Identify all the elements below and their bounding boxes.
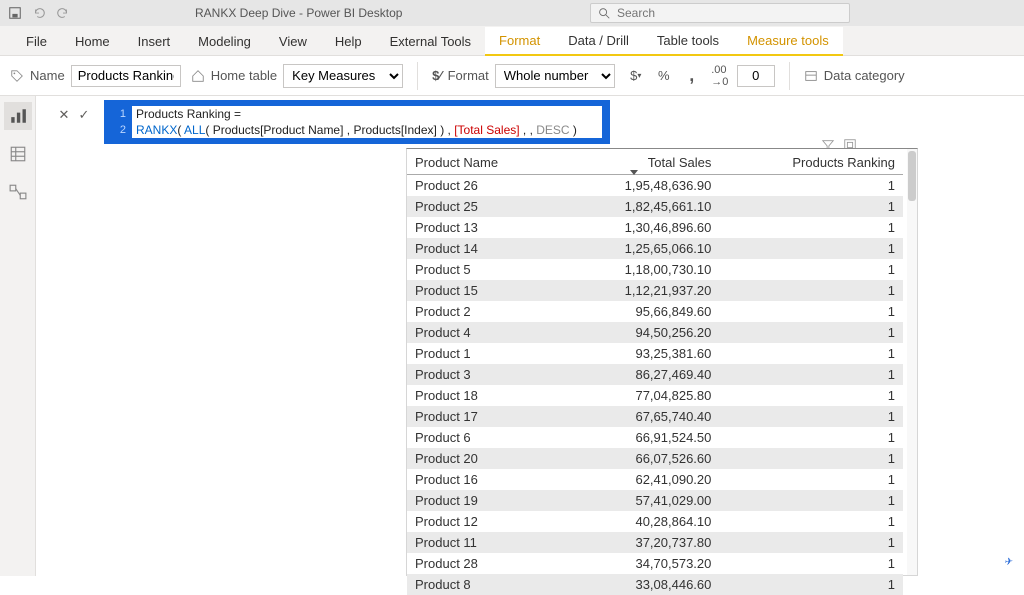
category-icon xyxy=(804,69,818,83)
table-visual[interactable]: Product Name Total Sales Products Rankin… xyxy=(406,148,918,576)
tab-home[interactable]: Home xyxy=(61,28,124,55)
format-select[interactable]: Whole number xyxy=(495,64,615,88)
tab-measure-tools[interactable]: Measure tools xyxy=(733,27,843,56)
tab-view[interactable]: View xyxy=(265,28,321,55)
decimals-input[interactable] xyxy=(737,65,775,87)
save-icon[interactable] xyxy=(8,6,22,20)
table-row[interactable]: Product 1240,28,864.101 xyxy=(407,511,903,532)
data-table: Product Name Total Sales Products Rankin… xyxy=(407,149,903,595)
data-view-button[interactable] xyxy=(4,140,32,168)
formula-bar[interactable]: 1Products Ranking = 2RANKX( ALL( Product… xyxy=(104,100,610,144)
tab-table-tools[interactable]: Table tools xyxy=(643,27,733,56)
col-total-sales[interactable]: Total Sales xyxy=(560,149,719,175)
search-box[interactable] xyxy=(590,3,850,23)
search-icon xyxy=(597,6,611,20)
table-row[interactable]: Product 833,08,446.601 xyxy=(407,574,903,595)
titlebar: RANKX Deep Dive - Power BI Desktop xyxy=(0,0,1024,26)
table-row[interactable]: Product 2066,07,526.601 xyxy=(407,448,903,469)
tab-help[interactable]: Help xyxy=(321,28,376,55)
home-table-select[interactable]: Key Measures xyxy=(283,64,403,88)
ribbon-tabs: File Home Insert Modeling View Help Exte… xyxy=(0,26,1024,56)
table-row[interactable]: Product 1137,20,737.801 xyxy=(407,532,903,553)
tab-modeling[interactable]: Modeling xyxy=(184,28,265,55)
window-title: RANKX Deep Dive - Power BI Desktop xyxy=(195,6,402,20)
table-row[interactable]: Product 1767,65,740.401 xyxy=(407,406,903,427)
table-row[interactable]: Product 193,25,381.601 xyxy=(407,343,903,364)
data-category-label: Data category xyxy=(824,68,905,83)
separator xyxy=(789,62,790,90)
search-input[interactable] xyxy=(617,6,843,20)
col-product-name[interactable]: Product Name xyxy=(407,149,560,175)
home-table-label: Home table xyxy=(211,68,277,83)
commit-formula-button[interactable]: ✓ xyxy=(74,105,94,125)
undo-icon[interactable] xyxy=(32,6,46,20)
table-row[interactable]: Product 141,25,65,066.101 xyxy=(407,238,903,259)
view-switcher xyxy=(0,96,36,576)
table-row[interactable]: Product 251,82,45,661.101 xyxy=(407,196,903,217)
scrollbar[interactable] xyxy=(907,149,917,575)
fx-icon: $⁄ xyxy=(432,68,441,83)
tab-file[interactable]: File xyxy=(12,28,61,55)
measure-name-input[interactable] xyxy=(71,65,181,87)
table-row[interactable]: Product 666,91,524.501 xyxy=(407,427,903,448)
tab-insert[interactable]: Insert xyxy=(124,28,185,55)
format-label: Format xyxy=(448,68,489,83)
tab-format[interactable]: Format xyxy=(485,27,554,56)
report-view-button[interactable] xyxy=(4,102,32,130)
table-row[interactable]: Product 295,66,849.601 xyxy=(407,301,903,322)
watermark: ✈ xyxy=(1003,556,1013,568)
report-canvas: ✕ ✓ 1Products Ranking = 2RANKX( ALL( Pro… xyxy=(36,96,1024,576)
table-row[interactable]: Product 386,27,469.401 xyxy=(407,364,903,385)
increase-decimal-button[interactable]: .00→0 xyxy=(709,65,731,87)
model-view-button[interactable] xyxy=(4,178,32,206)
col-products-ranking[interactable]: Products Ranking xyxy=(719,149,903,175)
tab-external-tools[interactable]: External Tools xyxy=(376,28,485,55)
tag-icon xyxy=(10,69,24,83)
table-row[interactable]: Product 2834,70,573.201 xyxy=(407,553,903,574)
comma-button[interactable]: , xyxy=(681,65,703,87)
cancel-formula-button[interactable]: ✕ xyxy=(54,105,74,125)
table-row[interactable]: Product 494,50,256.201 xyxy=(407,322,903,343)
separator xyxy=(417,62,418,90)
ribbon: Name Home table Key Measures $⁄ Format W… xyxy=(0,56,1024,96)
table-row[interactable]: Product 1877,04,825.801 xyxy=(407,385,903,406)
percent-button[interactable]: % xyxy=(653,65,675,87)
redo-icon[interactable] xyxy=(56,6,70,20)
table-row[interactable]: Product 1957,41,029.001 xyxy=(407,490,903,511)
tab-data-drill[interactable]: Data / Drill xyxy=(554,27,643,56)
table-row[interactable]: Product 261,95,48,636.901 xyxy=(407,175,903,197)
currency-button[interactable]: $ ▾ xyxy=(625,65,647,87)
name-label: Name xyxy=(30,68,65,83)
table-row[interactable]: Product 1662,41,090.201 xyxy=(407,469,903,490)
home-icon xyxy=(191,69,205,83)
table-row[interactable]: Product 151,12,21,937.201 xyxy=(407,280,903,301)
table-row[interactable]: Product 51,18,00,730.101 xyxy=(407,259,903,280)
table-row[interactable]: Product 131,30,46,896.601 xyxy=(407,217,903,238)
